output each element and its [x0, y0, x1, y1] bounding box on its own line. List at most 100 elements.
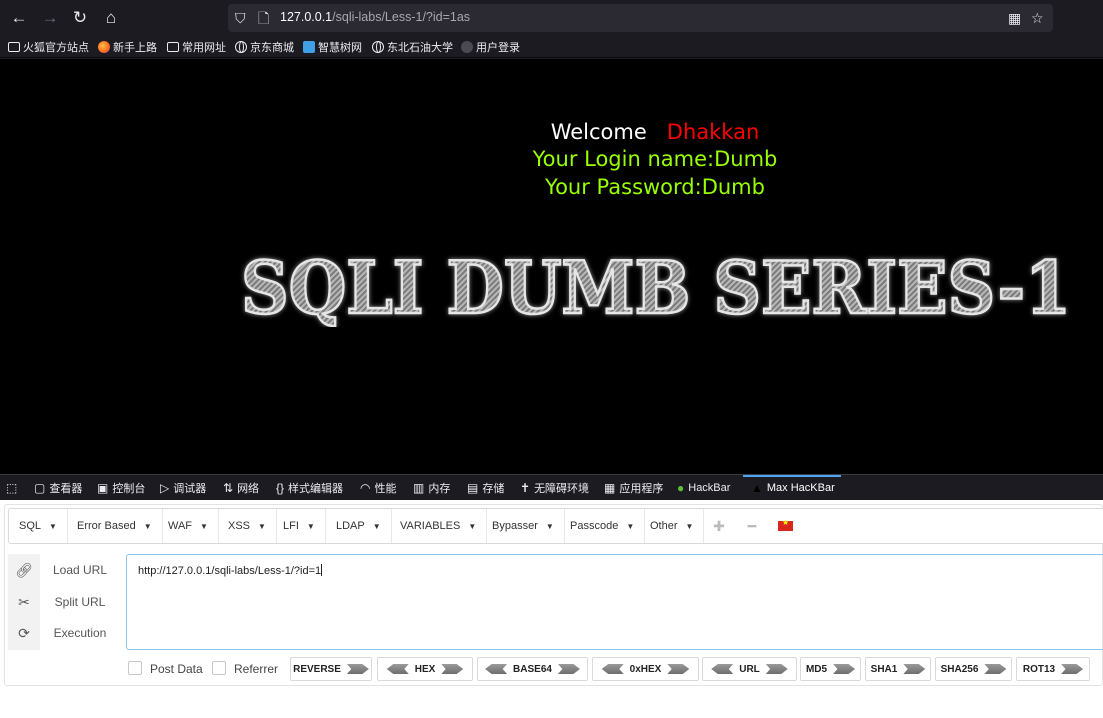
tab-hackbar[interactable]: ● HackBar: [677, 480, 730, 496]
bookmark-label: 京东商城: [250, 42, 294, 54]
url-textarea[interactable]: http://127.0.0.1/sqli-labs/Less-1/?id=1: [126, 554, 1103, 650]
inspect-picker-icon[interactable]: ⬚: [6, 480, 17, 496]
bookmark-item[interactable]: 新手上路: [98, 39, 157, 55]
split-url-button[interactable]: Split URL: [40, 595, 120, 609]
refresh-icon[interactable]: ⟳: [8, 625, 40, 642]
post-data-checkbox[interactable]: [128, 661, 142, 675]
bookmark-item[interactable]: 东北石油大学: [372, 39, 453, 55]
memory-icon: ▥: [413, 481, 425, 495]
home-icon[interactable]: ⌂: [98, 6, 124, 30]
menu-label: Other: [650, 520, 678, 532]
network-icon: ⇅: [223, 481, 234, 495]
tab-accessibility[interactable]: ✝ 无障碍环境: [520, 480, 589, 496]
menu-bypasser[interactable]: Bypasser ▼: [482, 509, 565, 543]
tab-style-editor[interactable]: {} 样式编辑器: [276, 480, 343, 496]
tab-max-hackbar[interactable]: ▲ Max HacKBar: [751, 480, 835, 496]
encoder-label: REVERSE: [293, 663, 341, 675]
banner-title: SQLI DUMB SERIES-1: [241, 247, 1071, 327]
sha1-button[interactable]: SHA1: [865, 657, 931, 681]
arrow-left-icon: [601, 664, 624, 674]
address-bar[interactable]: ⛉ 🗋 127.0.0.1/sqli-labs/Less-1/?id=1as ▦…: [228, 4, 1053, 32]
url-host: 127.0.0.1: [280, 10, 333, 24]
menu-label: VARIABLES: [400, 520, 461, 532]
encoder-label: MD5: [805, 663, 828, 675]
debugger-icon: ▷: [160, 481, 170, 495]
forward-icon[interactable]: →: [37, 6, 63, 30]
globe-icon: [372, 41, 384, 53]
hackbar-icon: ●: [677, 481, 685, 495]
menu-other[interactable]: Other ▼: [640, 509, 705, 543]
folder-icon: [167, 42, 179, 52]
menu-waf[interactable]: WAF ▼: [158, 509, 219, 543]
rot13-button[interactable]: ROT13: [1016, 657, 1090, 681]
back-icon[interactable]: ←: [6, 6, 32, 30]
url-value: http://127.0.0.1/sqli-labs/Less-1/?id=1: [138, 565, 322, 577]
bookmark-item[interactable]: 火狐官方站点: [8, 39, 89, 55]
tab-label: 内存: [428, 483, 451, 495]
vietnam-flag-icon[interactable]: [778, 518, 793, 531]
tab-storage[interactable]: ▤ 存储: [467, 480, 504, 496]
style-editor-icon: {}: [276, 481, 285, 495]
sha256-button[interactable]: SHA256: [935, 657, 1012, 681]
bookmark-item[interactable]: 京东商城: [235, 39, 294, 55]
0xhex-button[interactable]: 0xHEX: [592, 657, 699, 681]
plus-icon[interactable]: ✚: [709, 509, 729, 543]
arrow-right-icon: [903, 664, 926, 674]
tab-debugger[interactable]: ▷ 调试器: [160, 480, 206, 496]
menu-xss[interactable]: XSS ▼: [218, 509, 277, 543]
tab-network[interactable]: ⇅ 网络: [223, 480, 259, 496]
bookmark-item[interactable]: 智慧树网: [303, 39, 362, 55]
reverse-button[interactable]: REVERSE: [290, 657, 372, 681]
password-text: Your Password:Dumb: [545, 175, 765, 199]
url-encode-button[interactable]: URL: [702, 657, 797, 681]
menu-ldap[interactable]: LDAP ▼: [326, 509, 392, 543]
bookmark-item[interactable]: 用户登录: [461, 39, 520, 55]
tab-memory[interactable]: ▥ 内存: [413, 480, 450, 496]
tab-application[interactable]: ▦ 应用程序: [604, 480, 663, 496]
scissors-icon[interactable]: ✂: [8, 594, 40, 611]
referrer-checkbox[interactable]: [212, 661, 226, 675]
browser-toolbar: ← → ↻ ⌂ ⛉ 🗋 127.0.0.1/sqli-labs/Less-1/?…: [0, 0, 1103, 36]
link-icon[interactable]: 🔗︎: [8, 562, 40, 579]
menu-lfi[interactable]: LFI ▼: [273, 509, 326, 543]
menu-passcode[interactable]: Passcode ▼: [560, 509, 646, 543]
encoder-label: SHA256: [940, 663, 979, 675]
menu-label: XSS: [228, 520, 251, 532]
url-text[interactable]: 127.0.0.1/sqli-labs/Less-1/?id=1as: [280, 10, 470, 24]
minus-icon[interactable]: ━: [742, 509, 762, 543]
console-icon: ▣: [97, 481, 109, 495]
caret-down-icon: ▼: [685, 522, 694, 531]
folder-icon: [8, 42, 20, 52]
menu-sql[interactable]: SQL ▼: [9, 509, 68, 543]
bookmark-label: 用户登录: [476, 42, 520, 54]
arrow-right-icon: [1061, 664, 1084, 674]
menu-variables[interactable]: VARIABLES ▼: [390, 509, 488, 543]
md5-button[interactable]: MD5: [800, 657, 861, 681]
tab-console[interactable]: ▣ 控制台: [97, 480, 145, 496]
tab-inspector[interactable]: ▢ 查看器: [34, 480, 82, 496]
menu-label: SQL: [19, 520, 42, 532]
bookmarks-bar: 火狐官方站点 新手上路 常用网址 京东商城 智慧树网 东北石油大学 用户登录: [0, 36, 1103, 58]
menu-error-based[interactable]: Error Based ▼: [67, 509, 163, 543]
arrow-left-icon: [386, 664, 409, 674]
hex-button[interactable]: HEX: [377, 657, 473, 681]
tab-label: Max HacKBar: [766, 482, 835, 494]
tab-label: HackBar: [688, 482, 731, 494]
bookmark-label: 智慧树网: [318, 42, 362, 54]
load-url-button[interactable]: Load URL: [40, 563, 120, 577]
welcome-message: Welcome Dhakkan: [455, 120, 855, 144]
caret-down-icon: ▼: [143, 522, 152, 531]
shield-icon[interactable]: ⛉: [235, 9, 246, 27]
bookmark-star-icon[interactable]: ☆: [1031, 9, 1044, 27]
bookmark-item[interactable]: 常用网址: [167, 39, 226, 55]
bookmark-label: 新手上路: [113, 42, 157, 54]
reload-icon[interactable]: ↻: [67, 6, 93, 30]
hackbar-menubar: SQL ▼ Error Based ▼ WAF ▼ XSS ▼ LFI ▼ LDAP ▼ V…: [8, 508, 1103, 544]
caret-down-icon: ▼: [258, 522, 266, 531]
execution-button[interactable]: Execution: [40, 626, 120, 640]
qr-code-icon[interactable]: ▦: [1008, 9, 1021, 27]
tab-performance[interactable]: ◠ 性能: [360, 480, 396, 496]
post-data-label: Post Data: [150, 662, 203, 676]
base64-button[interactable]: BASE64: [477, 657, 588, 681]
page-icon[interactable]: 🗋: [258, 9, 269, 27]
